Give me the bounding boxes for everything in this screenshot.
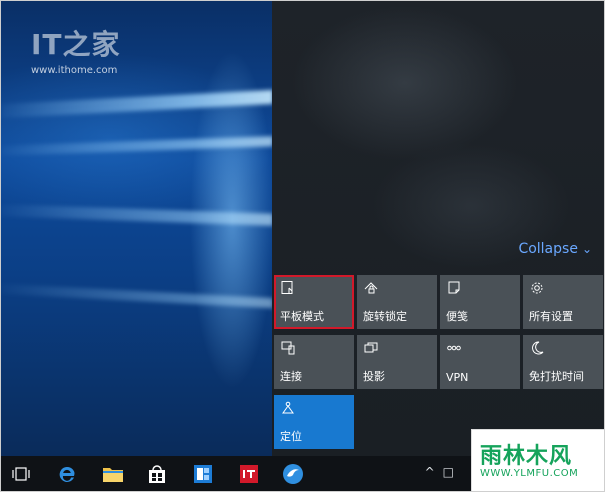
tile-label: 免打扰时间 bbox=[529, 370, 584, 383]
collapse-button[interactable]: Collapse ⌄ bbox=[518, 241, 592, 257]
desktop-wallpaper: IT之家 www.ithome.com bbox=[1, 1, 273, 456]
system-tray: ^ □ bbox=[425, 465, 454, 479]
wallpaper-light-beam bbox=[1, 89, 273, 119]
ylmf-url: WWW.YLMFU.COM bbox=[480, 468, 579, 479]
ithome-app-icon[interactable] bbox=[237, 462, 261, 486]
collapse-label: Collapse bbox=[518, 241, 578, 257]
ylmf-title: 雨林木风 bbox=[480, 444, 573, 469]
quick-action-all-settings[interactable]: 所有设置 bbox=[523, 275, 603, 329]
file-explorer-icon[interactable] bbox=[101, 462, 125, 486]
tile-label: 平板模式 bbox=[280, 310, 324, 323]
task-view-icon[interactable] bbox=[9, 462, 33, 486]
ithome-logo: IT之家 bbox=[31, 28, 121, 61]
ithome-watermark: IT之家 www.ithome.com bbox=[31, 23, 121, 76]
location-icon bbox=[282, 401, 294, 414]
action-center-panel: Collapse ⌄ 平板模式 旋转锁定 便笺 所有设置 连接 投影 VPN 免… bbox=[272, 1, 604, 456]
gear-icon bbox=[531, 282, 543, 294]
outlook-icon[interactable] bbox=[191, 462, 215, 486]
tile-label: 投影 bbox=[363, 370, 385, 383]
show-hidden-icons-icon[interactable]: ^ bbox=[425, 465, 435, 479]
screenshot-frame: IT之家 www.ithome.com Collapse ⌄ 平板模式 旋转锁定… bbox=[0, 0, 605, 492]
tile-label: 便笺 bbox=[446, 310, 468, 323]
tablet-mode-icon bbox=[281, 281, 293, 294]
quick-action-tablet-mode[interactable]: 平板模式 bbox=[274, 275, 354, 329]
store-icon[interactable] bbox=[145, 462, 169, 486]
quick-action-vpn[interactable]: VPN bbox=[440, 335, 520, 389]
quiet-hours-icon bbox=[532, 341, 544, 355]
tile-label: 旋转锁定 bbox=[363, 310, 407, 323]
quick-action-quiet-hours[interactable]: 免打扰时间 bbox=[523, 335, 603, 389]
rotation-lock-icon bbox=[364, 282, 378, 294]
tile-label: 所有设置 bbox=[529, 310, 573, 323]
quick-action-location[interactable]: 定位 bbox=[274, 395, 354, 449]
edge-browser-icon[interactable] bbox=[55, 462, 79, 486]
wallpaper-light-beam bbox=[1, 283, 273, 309]
tile-label: 连接 bbox=[280, 370, 302, 383]
quick-action-connect[interactable]: 连接 bbox=[274, 335, 354, 389]
bird-app-icon[interactable] bbox=[281, 462, 305, 486]
wallpaper-light-beam bbox=[1, 136, 273, 156]
connect-icon bbox=[281, 341, 295, 355]
chevron-down-icon: ⌄ bbox=[581, 242, 592, 256]
tile-label: VPN bbox=[446, 371, 469, 384]
quick-action-project[interactable]: 投影 bbox=[357, 335, 437, 389]
ylmf-watermark: 雨林木风 WWW.YLMFU.COM bbox=[471, 429, 604, 491]
note-icon bbox=[448, 281, 460, 294]
wallpaper-light-beam bbox=[1, 204, 273, 226]
project-icon bbox=[364, 342, 378, 353]
ithome-url: www.ithome.com bbox=[31, 65, 118, 76]
quick-action-rotation-lock[interactable]: 旋转锁定 bbox=[357, 275, 437, 329]
tile-label: 定位 bbox=[280, 430, 302, 443]
quick-action-note[interactable]: 便笺 bbox=[440, 275, 520, 329]
monitor-icon[interactable]: □ bbox=[443, 465, 454, 479]
vpn-icon bbox=[447, 345, 461, 351]
